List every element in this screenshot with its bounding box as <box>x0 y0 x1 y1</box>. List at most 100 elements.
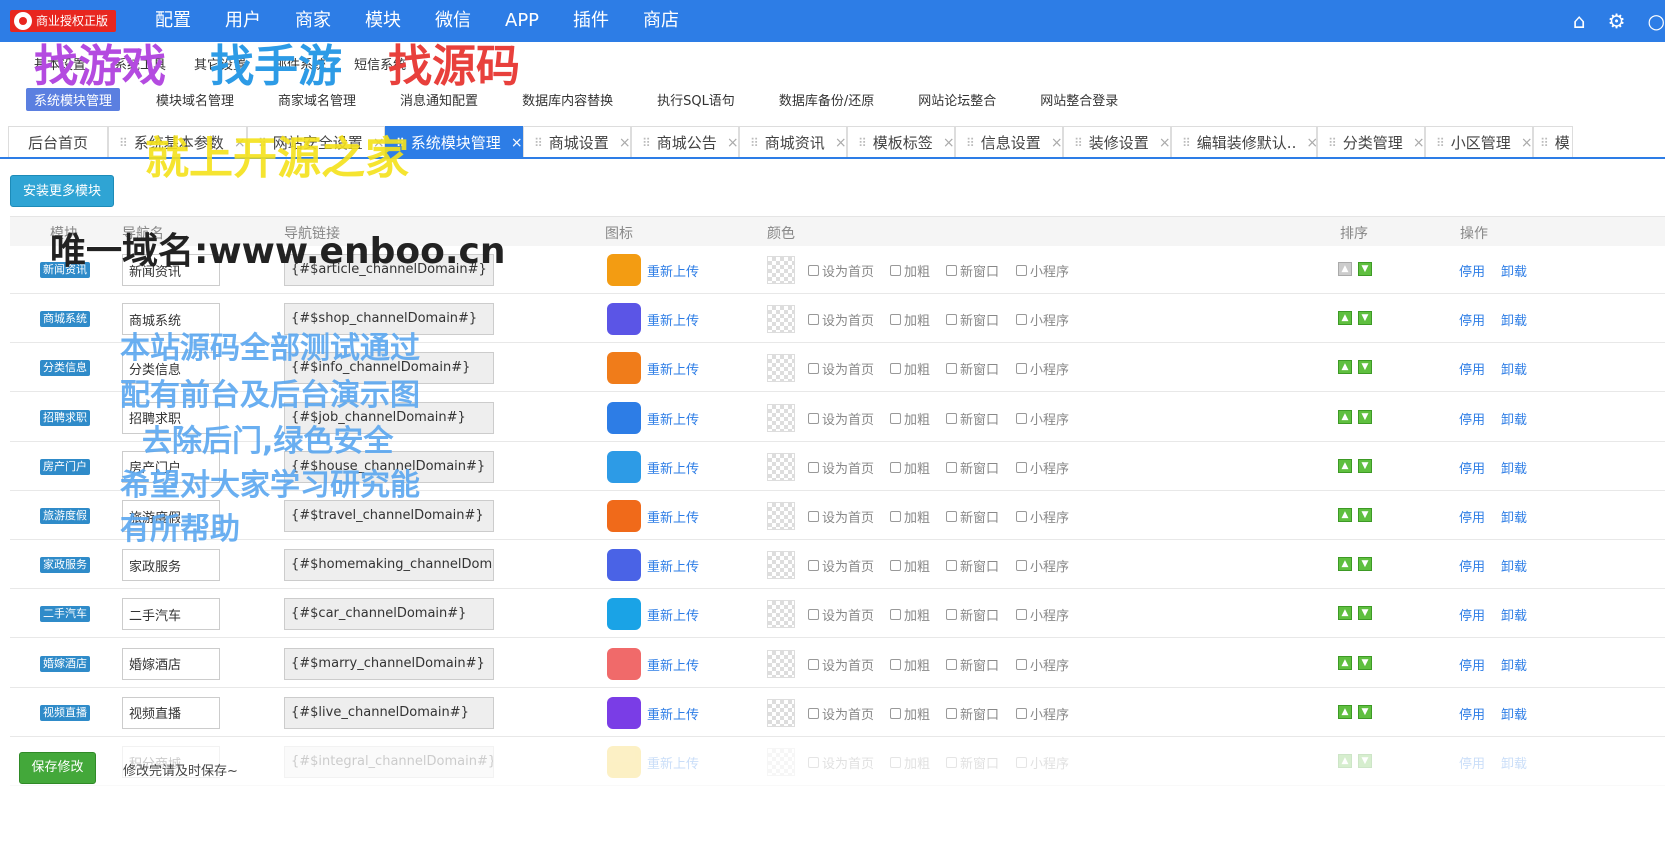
checkbox-box[interactable] <box>1016 707 1027 719</box>
uninstall-link[interactable]: 卸载 <box>1501 753 1527 772</box>
set-homepage-checkbox[interactable]: 设为首页 <box>808 458 874 477</box>
checkbox-box[interactable] <box>1016 511 1027 522</box>
sub-item-sql[interactable]: 执行SQL语句 <box>649 88 743 111</box>
color-picker[interactable] <box>767 551 795 580</box>
tab-overflow[interactable]: ⠿ 模 <box>1533 126 1573 158</box>
uninstall-link[interactable]: 卸载 <box>1501 704 1527 723</box>
close-icon[interactable]: × <box>511 135 523 151</box>
close-icon[interactable]: × <box>1413 135 1425 151</box>
tab-category-manage[interactable]: ⠿ 分类管理 × <box>1317 126 1425 158</box>
checkbox-box[interactable] <box>890 757 901 768</box>
move-down-icon[interactable]: ▼ <box>1358 311 1372 326</box>
move-down-icon[interactable]: ▼ <box>1358 360 1372 375</box>
new-window-checkbox[interactable]: 新窗口 <box>946 655 999 674</box>
checkbox-box[interactable] <box>1016 609 1027 621</box>
color-picker[interactable] <box>767 256 795 284</box>
new-window-checkbox[interactable]: 新窗口 <box>946 704 999 723</box>
new-window-checkbox[interactable]: 新窗口 <box>946 507 999 526</box>
color-picker[interactable] <box>767 403 795 432</box>
checkbox-box[interactable] <box>1016 363 1027 375</box>
checkbox-box[interactable] <box>890 363 901 375</box>
miniprogram-checkbox[interactable]: 小程序 <box>1016 605 1069 624</box>
set-homepage-checkbox[interactable]: 设为首页 <box>808 753 874 772</box>
color-picker[interactable] <box>767 305 795 334</box>
move-up-icon[interactable]: ▲ <box>1338 754 1352 768</box>
bold-checkbox[interactable]: 加粗 <box>890 310 930 329</box>
nav-name-input[interactable] <box>122 549 220 582</box>
reupload-link[interactable]: 重新上传 <box>647 409 699 428</box>
miniprogram-checkbox[interactable]: 小程序 <box>1016 507 1069 526</box>
move-down-icon[interactable]: ▼ <box>1358 704 1372 719</box>
checkbox-box[interactable] <box>808 265 819 276</box>
uninstall-link[interactable]: 卸载 <box>1501 359 1527 378</box>
set-homepage-checkbox[interactable]: 设为首页 <box>808 655 874 674</box>
move-up-icon[interactable]: ▲ <box>1338 409 1352 424</box>
bold-checkbox[interactable]: 加粗 <box>890 704 930 723</box>
miniprogram-checkbox[interactable]: 小程序 <box>1016 458 1069 477</box>
checkbox-box[interactable] <box>808 363 819 375</box>
close-icon[interactable]: × <box>835 135 847 151</box>
checkbox-box[interactable] <box>946 314 957 326</box>
reupload-link[interactable]: 重新上传 <box>647 310 699 329</box>
reupload-link[interactable]: 重新上传 <box>647 359 699 378</box>
disable-link[interactable]: 停用 <box>1459 359 1485 378</box>
nav-link-input[interactable]: {#$homemaking_channelDoma <box>284 549 494 582</box>
close-icon[interactable]: × <box>1051 135 1063 151</box>
checkbox-box[interactable] <box>890 609 901 621</box>
tab-shop-settings[interactable]: ⠿ 商城设置 × <box>523 126 631 158</box>
bold-checkbox[interactable]: 加粗 <box>890 409 930 428</box>
color-picker[interactable] <box>767 452 795 481</box>
set-homepage-checkbox[interactable]: 设为首页 <box>808 409 874 428</box>
move-up-icon[interactable]: ▲ <box>1338 704 1352 719</box>
home-icon[interactable]: ⌂ <box>1573 9 1586 33</box>
color-picker[interactable] <box>767 354 795 383</box>
new-window-checkbox[interactable]: 新窗口 <box>946 458 999 477</box>
checkbox-box[interactable] <box>1016 314 1027 326</box>
move-down-icon[interactable]: ▼ <box>1358 262 1372 276</box>
move-up-icon[interactable]: ▲ <box>1338 311 1352 326</box>
checkbox-box[interactable] <box>946 265 957 276</box>
miniprogram-checkbox[interactable]: 小程序 <box>1016 261 1069 280</box>
new-window-checkbox[interactable]: 新窗口 <box>946 753 999 772</box>
gear-icon[interactable]: ⚙ <box>1608 9 1626 33</box>
new-window-checkbox[interactable]: 新窗口 <box>946 556 999 575</box>
save-button[interactable]: 保存修改 <box>19 752 96 784</box>
miniprogram-checkbox[interactable]: 小程序 <box>1016 310 1069 329</box>
reupload-link[interactable]: 重新上传 <box>647 753 699 772</box>
move-up-icon[interactable]: ▲ <box>1338 606 1352 621</box>
tab-template-tags[interactable]: ⠿ 模板标签 × <box>847 126 955 158</box>
move-down-icon[interactable]: ▼ <box>1358 409 1372 424</box>
reupload-link[interactable]: 重新上传 <box>647 458 699 477</box>
tab-edit-decor-default[interactable]: ⠿ 编辑装修默认.. × <box>1171 126 1318 158</box>
move-up-icon[interactable]: ▲ <box>1338 557 1352 572</box>
disable-link[interactable]: 停用 <box>1459 310 1485 329</box>
nav-link-input[interactable]: {#$travel_channelDomain#} <box>284 500 494 532</box>
close-icon[interactable]: × <box>1159 135 1171 151</box>
tab-decor-settings[interactable]: ⠿ 装修设置 × <box>1063 126 1171 158</box>
uninstall-link[interactable]: 卸载 <box>1501 261 1527 280</box>
nav-link-input[interactable]: {#$live_channelDomain#} <box>284 696 494 729</box>
checkbox-box[interactable] <box>946 609 957 621</box>
checkbox-box[interactable] <box>808 707 819 719</box>
move-up-icon[interactable]: ▲ <box>1338 655 1352 670</box>
menu-item-plugins[interactable]: 插件 <box>573 0 609 42</box>
checkbox-box[interactable] <box>890 511 901 522</box>
tab-community-manage[interactable]: ⠿ 小区管理 × <box>1425 126 1533 158</box>
nav-name-input[interactable] <box>122 696 220 729</box>
set-homepage-checkbox[interactable]: 设为首页 <box>808 704 874 723</box>
menu-item-store[interactable]: 商店 <box>643 0 679 42</box>
checkbox-box[interactable] <box>1016 560 1027 572</box>
checkbox-box[interactable] <box>890 314 901 326</box>
uninstall-link[interactable]: 卸载 <box>1501 458 1527 477</box>
checkbox-box[interactable] <box>946 707 957 719</box>
color-picker[interactable] <box>767 502 795 530</box>
move-down-icon[interactable]: ▼ <box>1358 655 1372 670</box>
set-homepage-checkbox[interactable]: 设为首页 <box>808 556 874 575</box>
move-up-icon[interactable]: ▲ <box>1338 262 1352 276</box>
color-picker[interactable] <box>767 600 795 629</box>
nav-link-input[interactable]: {#$car_channelDomain#} <box>284 598 494 631</box>
checkbox-box[interactable] <box>1016 757 1027 768</box>
uninstall-link[interactable]: 卸载 <box>1501 556 1527 575</box>
bold-checkbox[interactable]: 加粗 <box>890 261 930 280</box>
set-homepage-checkbox[interactable]: 设为首页 <box>808 261 874 280</box>
